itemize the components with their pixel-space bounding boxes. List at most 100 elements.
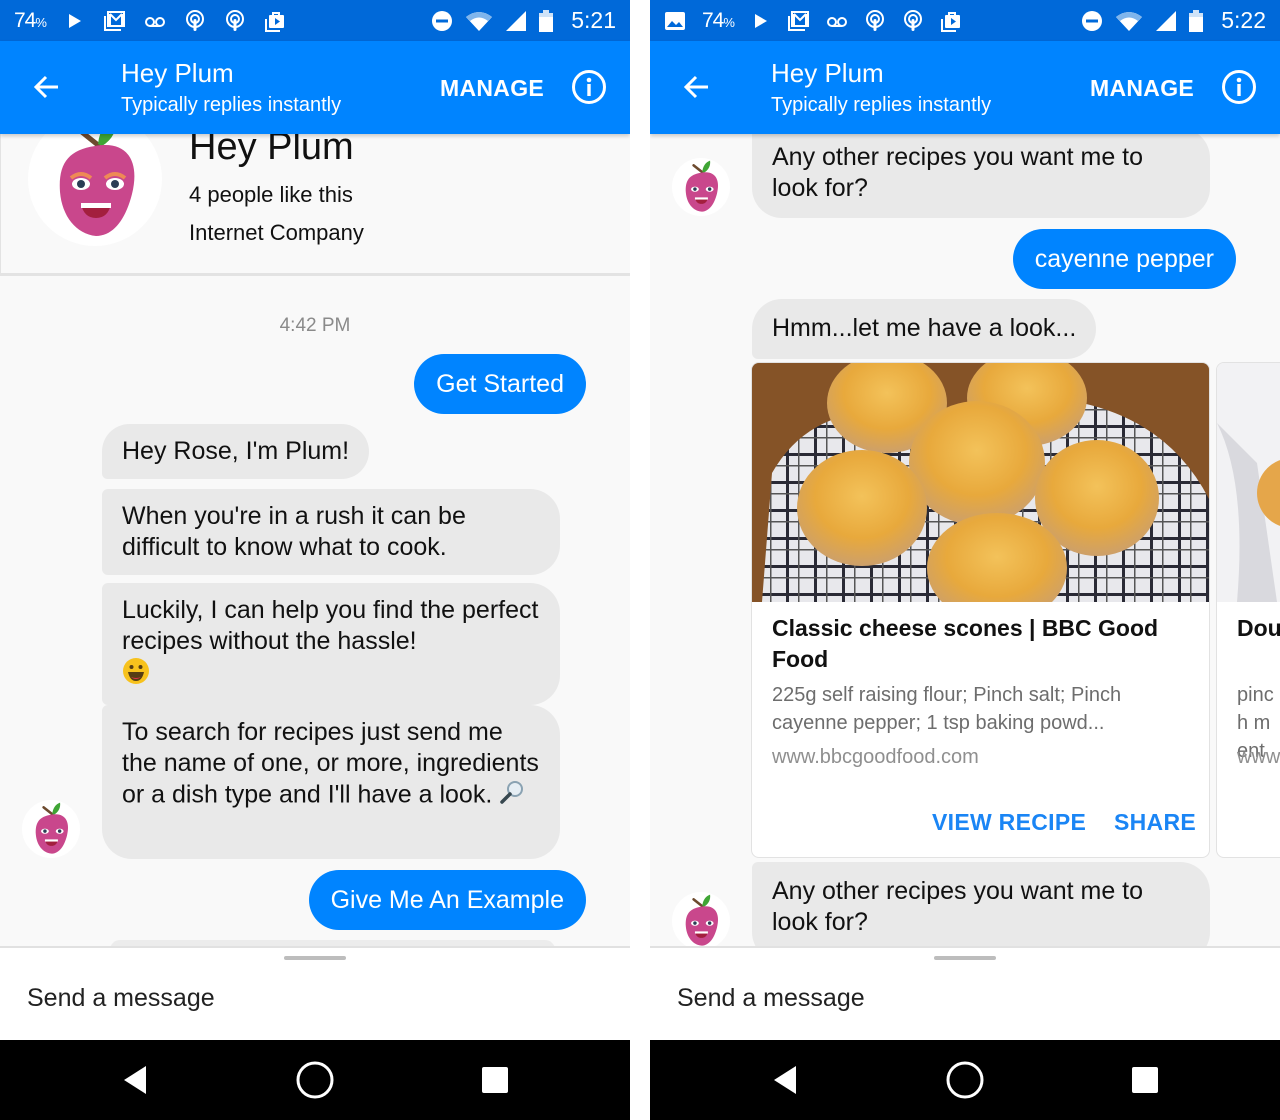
image-icon [664, 10, 686, 32]
incoming-message: Hey Rose, I'm Plum! [102, 424, 370, 479]
cell-signal-icon [1155, 10, 1177, 32]
app-bar: Hey Plum Typically replies instantly MAN… [0, 41, 630, 134]
arrow-left-icon [33, 75, 58, 99]
back-button[interactable] [28, 69, 64, 105]
plum-mascot-icon [59, 134, 135, 236]
outgoing-message[interactable]: Give Me An Example [308, 870, 586, 930]
do-not-disturb-icon [1081, 10, 1103, 32]
home-icon [296, 1061, 334, 1099]
back-icon [124, 1066, 146, 1094]
play-store-icon [940, 10, 962, 32]
composer [0, 946, 630, 1040]
recipe-title: Classic cheese scones | BBC Good Food [772, 615, 1159, 672]
info-icon [572, 70, 606, 104]
bot-avatar [672, 892, 730, 950]
app-bar: Hey Plum Typically replies instantly MAN… [650, 41, 1280, 134]
outgoing-message[interactable]: cayenne pepper [1012, 229, 1236, 289]
nav-home-button[interactable] [945, 1060, 985, 1100]
nav-recents-button[interactable] [1126, 1060, 1166, 1100]
recipe-card[interactable]: Classic cheese scones | BBC Good Food 22… [751, 362, 1210, 858]
bot-avatar [22, 800, 80, 858]
recipe-card[interactable]: Dou Goo pinch ment www [1216, 362, 1280, 858]
voicemail-icon [144, 10, 166, 32]
recipe-title: Dou Goo [1237, 615, 1280, 641]
incoming-message: Luckily, I can help you find the perfect… [102, 583, 560, 705]
info-icon [1222, 70, 1256, 104]
home-icon [946, 1061, 984, 1099]
clock: 5:21 [571, 7, 616, 33]
share-button[interactable]: SHARE [1114, 809, 1196, 836]
profile-likes: 4 people like this [189, 182, 353, 207]
info-button[interactable] [1221, 69, 1257, 105]
conversation-title: Hey Plum [121, 58, 234, 88]
gmail-icon [103, 10, 126, 32]
message-input[interactable] [27, 984, 587, 1013]
recipe-description: 225g self raising flour; Pinch salt; Pin… [772, 684, 1122, 734]
drag-handle[interactable] [934, 956, 996, 960]
wifi-icon [1115, 10, 1143, 32]
back-icon [774, 1066, 796, 1094]
incoming-message: Hmm...let me have a look... [752, 299, 1097, 359]
profile-category: Internet Company [189, 220, 364, 245]
recents-icon [482, 1067, 508, 1093]
podcast-icon [902, 9, 924, 32]
profile-avatar [28, 134, 162, 246]
status-bar: 74% 5:22 [650, 0, 1280, 41]
incoming-message: Any other recipes you want me to look fo… [752, 128, 1210, 218]
play-icon [64, 10, 86, 32]
plum-mascot-icon [35, 802, 69, 854]
message-input[interactable] [677, 984, 1237, 1013]
do-not-disturb-icon [431, 10, 453, 32]
battery-percent: 74% [702, 8, 735, 32]
arrow-left-icon [683, 75, 708, 99]
message-text: To search for recipes just send me the n… [122, 718, 539, 809]
podcast-icon [224, 9, 246, 32]
clock: 5:22 [1221, 7, 1266, 33]
nav-back-button[interactable] [118, 1060, 158, 1100]
message-timestamp: 4:42 PM [279, 315, 351, 336]
play-store-icon [264, 10, 286, 32]
info-button[interactable] [571, 69, 607, 105]
manage-button[interactable]: MANAGE [440, 75, 544, 102]
nav-home-button[interactable] [295, 1060, 335, 1100]
nav-recents-button[interactable] [476, 1060, 516, 1100]
voicemail-icon [826, 10, 848, 32]
podcast-icon [184, 9, 206, 32]
grinning-face-emoji-icon [122, 657, 150, 693]
incoming-message: When you're in a rush it can be difficul… [102, 489, 560, 575]
recipe-url[interactable]: www.bbcgoodfood.com [772, 746, 979, 769]
play-icon [750, 10, 772, 32]
drag-handle[interactable] [284, 956, 346, 960]
cell-signal-icon [505, 10, 527, 32]
incoming-message: To search for recipes just send me the n… [102, 705, 560, 859]
battery-icon [1189, 9, 1204, 32]
plum-mascot-icon [685, 894, 719, 946]
cheese-scones-photo [752, 363, 1209, 602]
back-button[interactable] [678, 69, 714, 105]
recipe-photo [1217, 363, 1280, 602]
phone-screen-1: 74% 5:21 Hey Plum Typically replies inst… [0, 0, 630, 1120]
navigation-bar [0, 1040, 630, 1120]
recents-icon [1132, 1067, 1158, 1093]
outgoing-message[interactable]: Get Started [414, 354, 586, 414]
recipe-url[interactable]: www [1237, 746, 1280, 769]
wifi-icon [465, 10, 493, 32]
battery-percent: 74% [14, 8, 47, 32]
nav-back-button[interactable] [768, 1060, 808, 1100]
profile-name: Hey Plum [189, 134, 354, 168]
magnifying-glass-emoji-icon [499, 779, 525, 813]
manage-button[interactable]: MANAGE [1090, 75, 1194, 102]
conversation-subtitle: Typically replies instantly [121, 94, 342, 116]
conversation-subtitle: Typically replies instantly [771, 94, 992, 116]
recipe-image[interactable] [752, 363, 1209, 602]
view-recipe-button[interactable]: VIEW RECIPE [932, 809, 1086, 836]
recipe-image[interactable] [1217, 363, 1280, 602]
conversation-title: Hey Plum [771, 58, 884, 88]
composer [650, 946, 1280, 1040]
message-text: Luckily, I can help you find the perfect… [122, 596, 539, 655]
phone-screen-2: 74% 5:22 Hey Plum Typically replies inst… [650, 0, 1280, 1120]
navigation-bar [650, 1040, 1280, 1120]
profile-header: Hey Plum 4 people like this Internet Com… [0, 134, 630, 276]
status-bar: 74% 5:21 [0, 0, 630, 41]
podcast-icon [864, 9, 886, 32]
